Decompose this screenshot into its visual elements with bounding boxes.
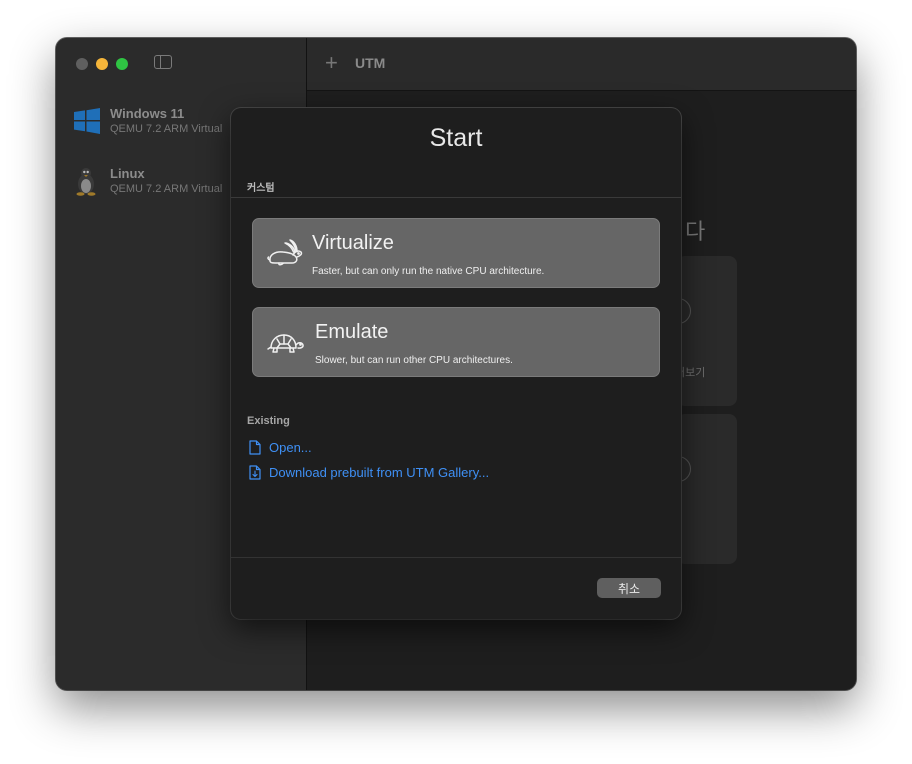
divider <box>231 557 681 558</box>
add-vm-button[interactable]: + <box>325 52 338 74</box>
welcome-heading: 다 <box>685 219 706 244</box>
sheet-title: Start <box>429 124 483 152</box>
vm-name: Windows 11 <box>110 106 185 121</box>
sidebar-toggle-icon[interactable] <box>154 55 172 69</box>
option-description: Slower, but can run other CPU architectu… <box>315 355 513 366</box>
emulate-button[interactable]: Emulate Slower, but can run other CPU ar… <box>252 307 660 377</box>
divider <box>231 197 681 198</box>
virtualize-button[interactable]: Virtualize Faster, but can only run the … <box>252 218 660 288</box>
windows-logo-icon <box>74 108 100 134</box>
minimize-window-button[interactable] <box>96 58 108 70</box>
welcome-card-support[interactable]: t <box>665 414 737 564</box>
link-label: Download prebuilt from UTM Gallery... <box>269 465 490 480</box>
vm-subtitle: QEMU 7.2 ARM Virtual <box>110 123 223 135</box>
turtle-icon <box>267 334 304 353</box>
cancel-button[interactable]: 취소 <box>597 578 661 598</box>
link-label: Open... <box>269 440 312 455</box>
vm-subtitle: QEMU 7.2 ARM Virtual <box>110 183 223 195</box>
rabbit-icon <box>267 239 303 266</box>
option-title: Emulate <box>315 321 389 343</box>
option-title: Virtualize <box>312 232 394 254</box>
existing-section-label: Existing <box>247 415 290 427</box>
option-description: Faster, but can only run the native CPU … <box>312 266 545 277</box>
download-document-icon <box>249 465 261 480</box>
document-icon <box>249 440 261 455</box>
start-sheet: Start 커스텀 Virtualize Faster, but can onl… <box>231 108 681 619</box>
window-title: UTM <box>355 55 386 71</box>
welcome-card-browse[interactable]: 러보기 <box>665 256 737 406</box>
custom-section-label: 커스텀 <box>247 183 275 194</box>
linux-tux-icon <box>76 168 96 196</box>
maximize-window-button[interactable] <box>116 58 128 70</box>
main-toolbar: + UTM <box>307 38 856 91</box>
close-window-button[interactable] <box>76 58 88 70</box>
vm-name: Linux <box>110 166 145 181</box>
